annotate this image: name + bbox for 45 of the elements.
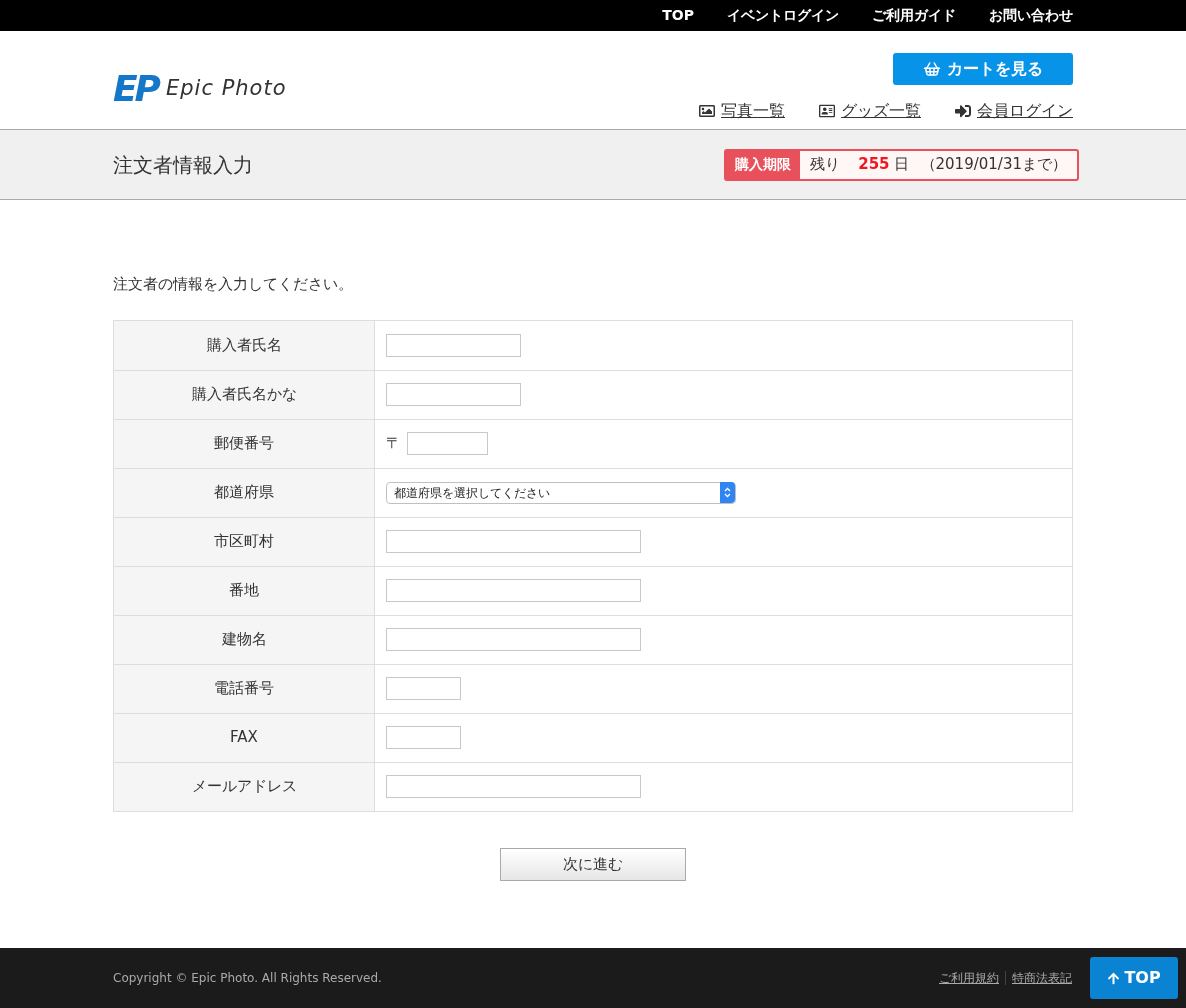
text-field[interactable] xyxy=(386,677,461,700)
top-nav-link[interactable]: お問い合わせ xyxy=(989,5,1073,26)
text-field[interactable] xyxy=(386,383,521,406)
text-field[interactable] xyxy=(386,579,641,602)
text-field[interactable] xyxy=(386,333,521,357)
page-title: 注文者情報入力 xyxy=(113,151,253,179)
prefecture-select[interactable]: 都道府県を選択してください xyxy=(386,481,736,504)
intro-text: 注文者の情報を入力してください。 xyxy=(113,274,354,295)
logo-text: Epic Photo xyxy=(166,75,287,103)
header-link[interactable]: 写真一覧 xyxy=(699,99,785,123)
field-label: 建物名 xyxy=(114,615,375,664)
text-field[interactable] xyxy=(386,775,641,798)
deadline-label: 購入期限 xyxy=(726,150,801,179)
login-icon xyxy=(955,103,971,119)
basket-icon xyxy=(923,60,941,78)
field-label: 郵便番号 xyxy=(114,419,375,468)
text-field[interactable] xyxy=(386,530,641,553)
back-to-top-button[interactable]: TOP xyxy=(1090,957,1178,999)
top-nav-link[interactable]: イベントログイン xyxy=(727,5,839,26)
postal-code-field[interactable] xyxy=(407,432,488,455)
field-label: 市区町村 xyxy=(114,517,375,566)
text-field[interactable] xyxy=(386,628,641,651)
select-arrows-icon xyxy=(720,482,735,503)
field-label: 購入者氏名 xyxy=(114,320,375,370)
field-label: 番地 xyxy=(114,566,375,615)
field-label: 購入者氏名かな xyxy=(114,370,375,419)
top-nav-link[interactable]: TOP xyxy=(662,5,694,26)
field-label: 都道府県 xyxy=(114,468,375,517)
field-label: FAX xyxy=(114,713,375,762)
header-link[interactable]: 会員ログイン xyxy=(955,99,1073,123)
header-link[interactable]: グッズ一覧 xyxy=(819,99,921,123)
arrow-up-icon xyxy=(1107,971,1121,985)
goods-icon xyxy=(819,103,835,119)
field-label: メールアドレス xyxy=(114,762,375,811)
footer-link[interactable]: ご利用規約 xyxy=(939,969,999,987)
postal-mark: 〒 xyxy=(386,433,401,455)
field-label: 電話番号 xyxy=(114,664,375,713)
text-field[interactable] xyxy=(386,726,461,749)
deadline-text: 残り 255 日 （2019/01/31まで） xyxy=(809,154,1068,176)
footer-link[interactable]: 特商法表記 xyxy=(1012,969,1072,987)
photo-icon xyxy=(699,103,715,119)
copyright-text: Copyright © Epic Photo. All Rights Reserved. xyxy=(113,970,382,987)
logo-mark: EP xyxy=(113,71,158,107)
next-button[interactable]: 次に進む xyxy=(500,847,686,881)
top-nav-link[interactable]: ご利用ガイド xyxy=(872,5,956,26)
